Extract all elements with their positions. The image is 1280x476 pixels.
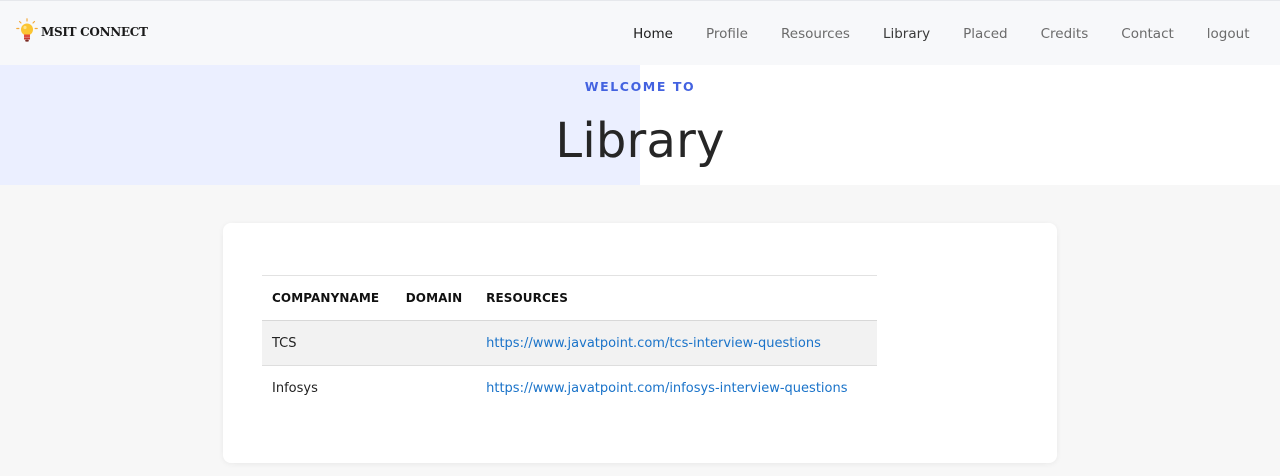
nav-library[interactable]: Library (866, 26, 946, 42)
table-row: TCS https://www.javatpoint.com/tcs-inter… (262, 320, 877, 366)
brand-name: MSIT CONNECT (41, 25, 148, 39)
resource-link[interactable]: https://www.javatpoint.com/tcs-interview… (486, 336, 821, 351)
nav-credits[interactable]: Credits (1024, 26, 1105, 42)
nav-placed[interactable]: Placed (947, 26, 1024, 42)
nav-home[interactable]: Home (617, 26, 690, 42)
cell-resource: https://www.javatpoint.com/infosys-inter… (476, 365, 877, 411)
cell-company: TCS (262, 320, 396, 366)
table-header-row: COMPANYNAME DOMAIN RESOURCES (262, 275, 877, 321)
cell-resource: https://www.javatpoint.com/tcs-interview… (476, 320, 877, 366)
navbar: MSIT CONNECT Home Profile Resources Libr… (0, 0, 1280, 65)
table-row: Infosys https://www.javatpoint.com/infos… (262, 365, 877, 411)
cell-domain (395, 365, 477, 411)
resource-link[interactable]: https://www.javatpoint.com/infosys-inter… (486, 381, 847, 396)
nav-logout[interactable]: logout (1190, 26, 1266, 42)
nav-profile[interactable]: Profile (690, 26, 765, 42)
nav-contact[interactable]: Contact (1105, 26, 1191, 42)
column-header-domain: DOMAIN (395, 275, 477, 321)
hero-subtitle: WELCOME TO (584, 79, 696, 94)
nav-resources[interactable]: Resources (764, 26, 866, 42)
column-header-resources: RESOURCES (476, 275, 877, 321)
library-table: COMPANYNAME DOMAIN RESOURCES TCS https:/… (262, 275, 877, 411)
brand-link[interactable]: MSIT CONNECT (16, 18, 148, 44)
hero-section: WELCOME TO Library (0, 65, 1280, 185)
page-title: Library (555, 113, 725, 169)
nav-menu: Home Profile Resources Library Placed Cr… (617, 1, 1266, 66)
cell-company: Infosys (262, 365, 396, 411)
library-card: COMPANYNAME DOMAIN RESOURCES TCS https:/… (223, 223, 1057, 463)
column-header-companyname: COMPANYNAME (262, 275, 396, 321)
lightbulb-icon (16, 18, 38, 42)
cell-domain (395, 320, 477, 366)
